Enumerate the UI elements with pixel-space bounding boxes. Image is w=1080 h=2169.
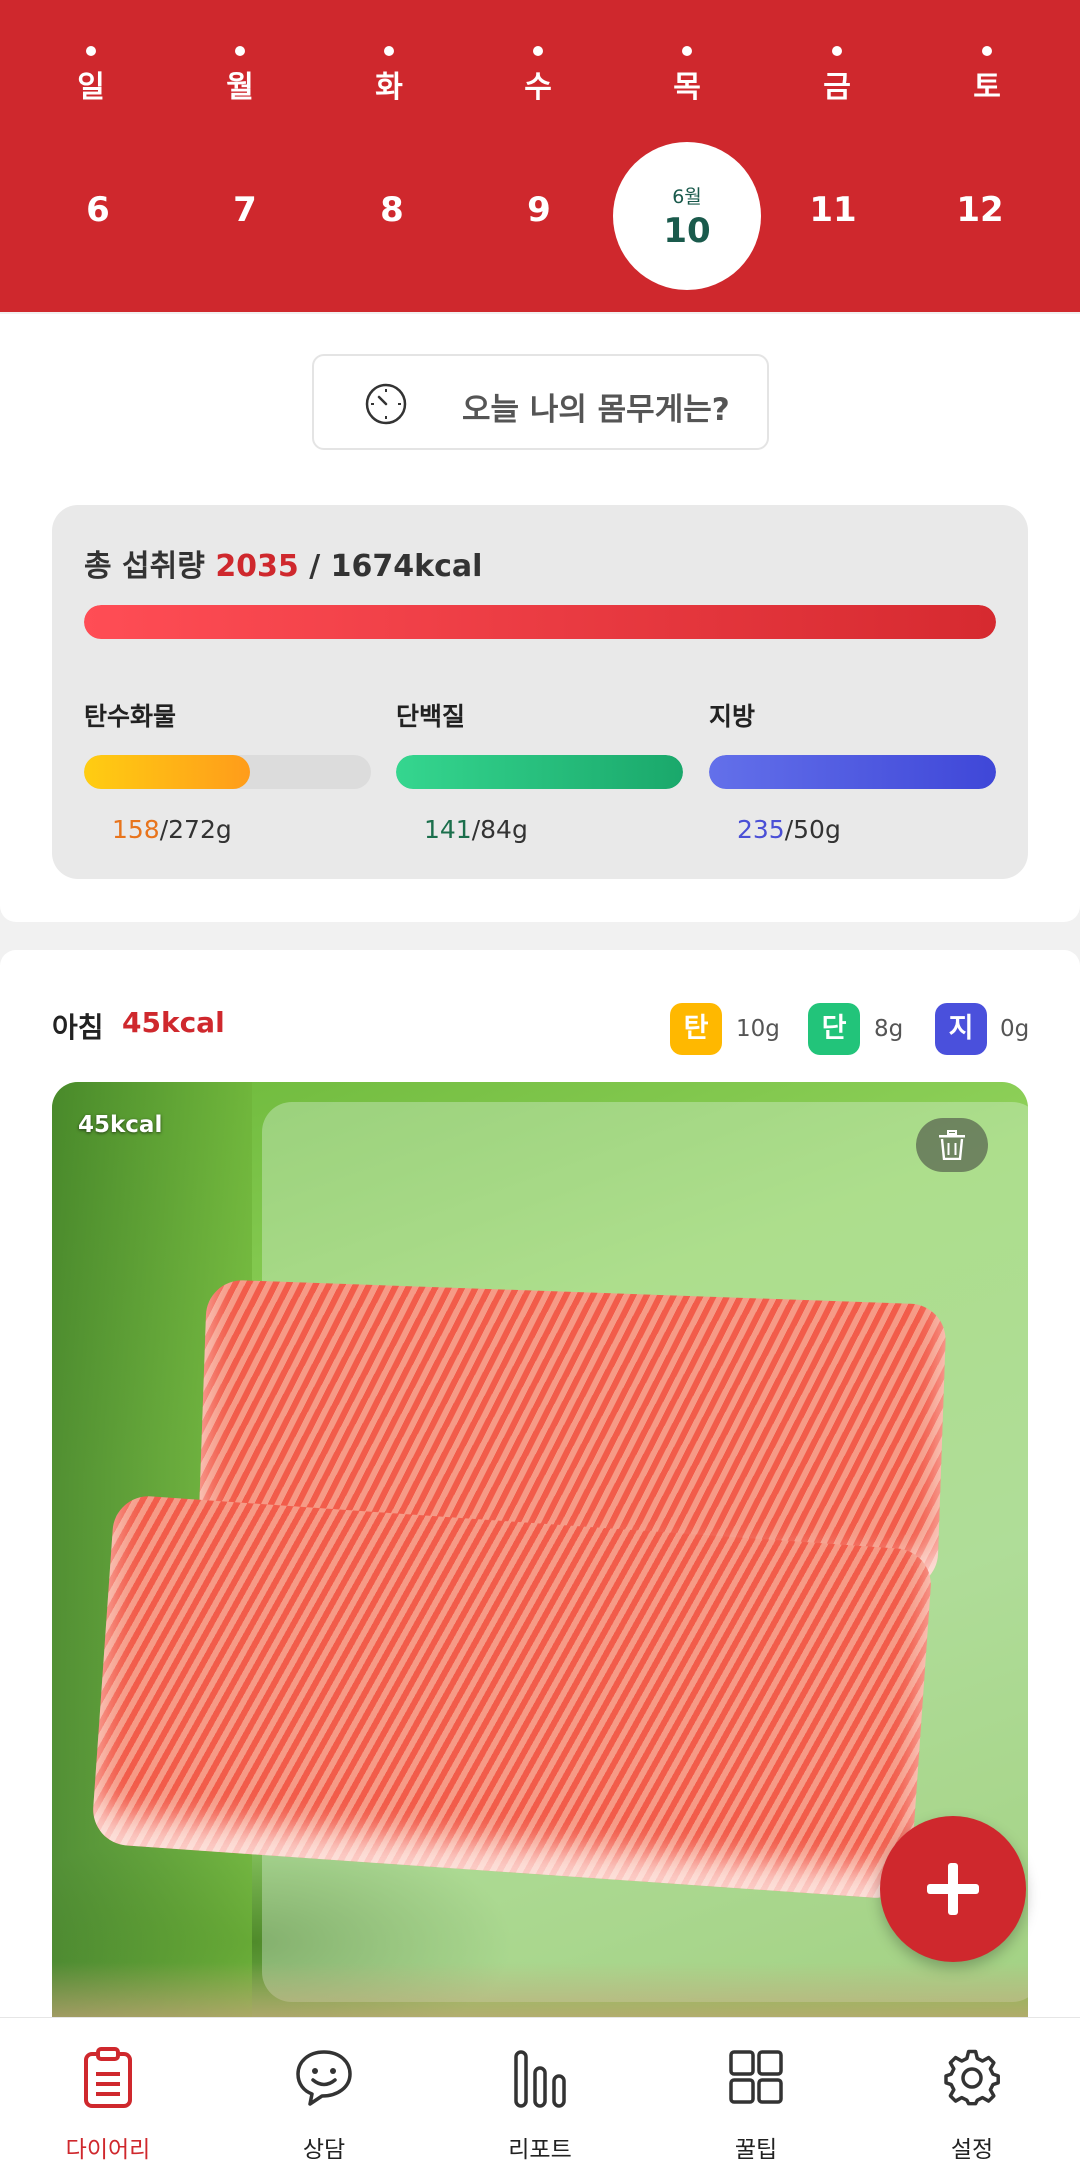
carb-badge: 탄 — [670, 1003, 722, 1055]
nav-tips-label: 꿀팁 — [734, 2137, 778, 2163]
protein-bar-fill — [396, 755, 683, 789]
total-intake-label: 총 섭취량 — [84, 549, 205, 584]
weight-button-label: 오늘 나의 몸무게는? — [462, 392, 730, 428]
meal-photo[interactable]: 45kcal — [52, 1082, 1028, 2082]
weekday-sun: 일 — [41, 46, 141, 106]
date-9[interactable]: 9 — [489, 190, 589, 230]
protein-value: 141/84g — [424, 815, 528, 844]
weekday-fri: 금 — [787, 46, 887, 106]
carb-badge-value: 10g — [736, 1016, 780, 1042]
gear-icon — [944, 2049, 1000, 2106]
week-calendar: 일 월 화 수 목 금 토 6 7 8 9 6월 10 11 12 — [0, 0, 1080, 312]
dot-indicator — [384, 46, 394, 56]
crab-stick-bottom — [90, 1493, 934, 1901]
selected-date[interactable]: 6월 10 — [613, 142, 761, 290]
fat-bar — [709, 755, 996, 789]
carb-bar — [84, 755, 371, 789]
meal-kcal: 45kcal — [122, 1006, 225, 1039]
nav-diary[interactable]: 다이어리 — [0, 2018, 216, 2169]
carb-value: 158/272g — [112, 815, 232, 844]
nav-settings[interactable]: 설정 — [864, 2018, 1080, 2169]
plus-icon — [927, 1863, 979, 1915]
protein-badge-value: 8g — [874, 1016, 904, 1042]
protein-badge: 단 — [808, 1003, 860, 1055]
dot-indicator — [235, 46, 245, 56]
nav-report-label: 리포트 — [508, 2137, 572, 2163]
nav-consult-label: 상담 — [302, 2137, 346, 2163]
fat-badge-value: 0g — [1000, 1016, 1030, 1042]
nav-report[interactable]: 리포트 — [432, 2018, 648, 2169]
weekday-wed: 수 — [488, 46, 588, 106]
dot-indicator — [533, 46, 543, 56]
nav-tips[interactable]: 꿀팁 — [648, 2018, 864, 2169]
clipboard-icon — [84, 2047, 132, 2108]
fat-badge: 지 — [935, 1003, 987, 1055]
clock-icon — [365, 383, 407, 425]
selected-day: 10 — [663, 211, 711, 251]
bar-chart-icon — [514, 2050, 566, 2108]
weekday-tue: 화 — [339, 46, 439, 106]
protein-label: 단백질 — [396, 702, 466, 731]
chat-smile-icon — [296, 2050, 352, 2106]
dot-indicator — [682, 46, 692, 56]
date-6[interactable]: 6 — [48, 190, 148, 230]
intake-summary: 총 섭취량 2035 / 1674kcal 탄수화물 158/272g 단백질 … — [52, 505, 1028, 879]
fat-bar-fill — [709, 755, 996, 789]
weekday-sat: 토 — [937, 46, 1037, 106]
grid-icon — [729, 2050, 783, 2104]
nav-diary-label: 다이어리 — [65, 2137, 151, 2163]
date-8[interactable]: 8 — [342, 190, 442, 230]
protein-bar — [396, 755, 683, 789]
meal-title: 아침 — [52, 1011, 104, 1044]
add-meal-button[interactable] — [880, 1816, 1026, 1962]
delete-photo-button[interactable] — [916, 1118, 988, 1172]
bottom-nav: 다이어리 상담 리포트 꿀팁 설정 — [0, 2017, 1080, 2169]
weight-button[interactable]: 오늘 나의 몸무게는? — [312, 354, 769, 450]
fat-value: 235/50g — [737, 815, 841, 844]
carb-bar-fill — [84, 755, 251, 789]
nav-settings-label: 설정 — [950, 2137, 994, 2163]
date-12[interactable]: 12 — [930, 190, 1030, 230]
selected-month: 6월 — [672, 186, 702, 208]
total-intake-target: / 1674kcal — [309, 549, 483, 584]
dot-indicator — [832, 46, 842, 56]
nav-consult[interactable]: 상담 — [216, 2018, 432, 2169]
total-intake-bar — [84, 605, 996, 639]
trash-icon — [939, 1130, 965, 1160]
weekday-thu: 목 — [637, 46, 737, 106]
total-intake-title: 총 섭취량 2035 / 1674kcal — [84, 541, 482, 585]
dot-indicator — [86, 46, 96, 56]
weekday-mon: 월 — [190, 46, 290, 106]
date-11[interactable]: 11 — [783, 190, 883, 230]
dot-indicator — [982, 46, 992, 56]
total-intake-bar-fill — [84, 605, 996, 639]
photo-kcal-label: 45kcal — [78, 1112, 163, 1138]
carb-label: 탄수화물 — [84, 702, 177, 731]
date-7[interactable]: 7 — [195, 190, 295, 230]
total-intake-current: 2035 — [215, 549, 299, 584]
fat-label: 지방 — [709, 702, 756, 731]
